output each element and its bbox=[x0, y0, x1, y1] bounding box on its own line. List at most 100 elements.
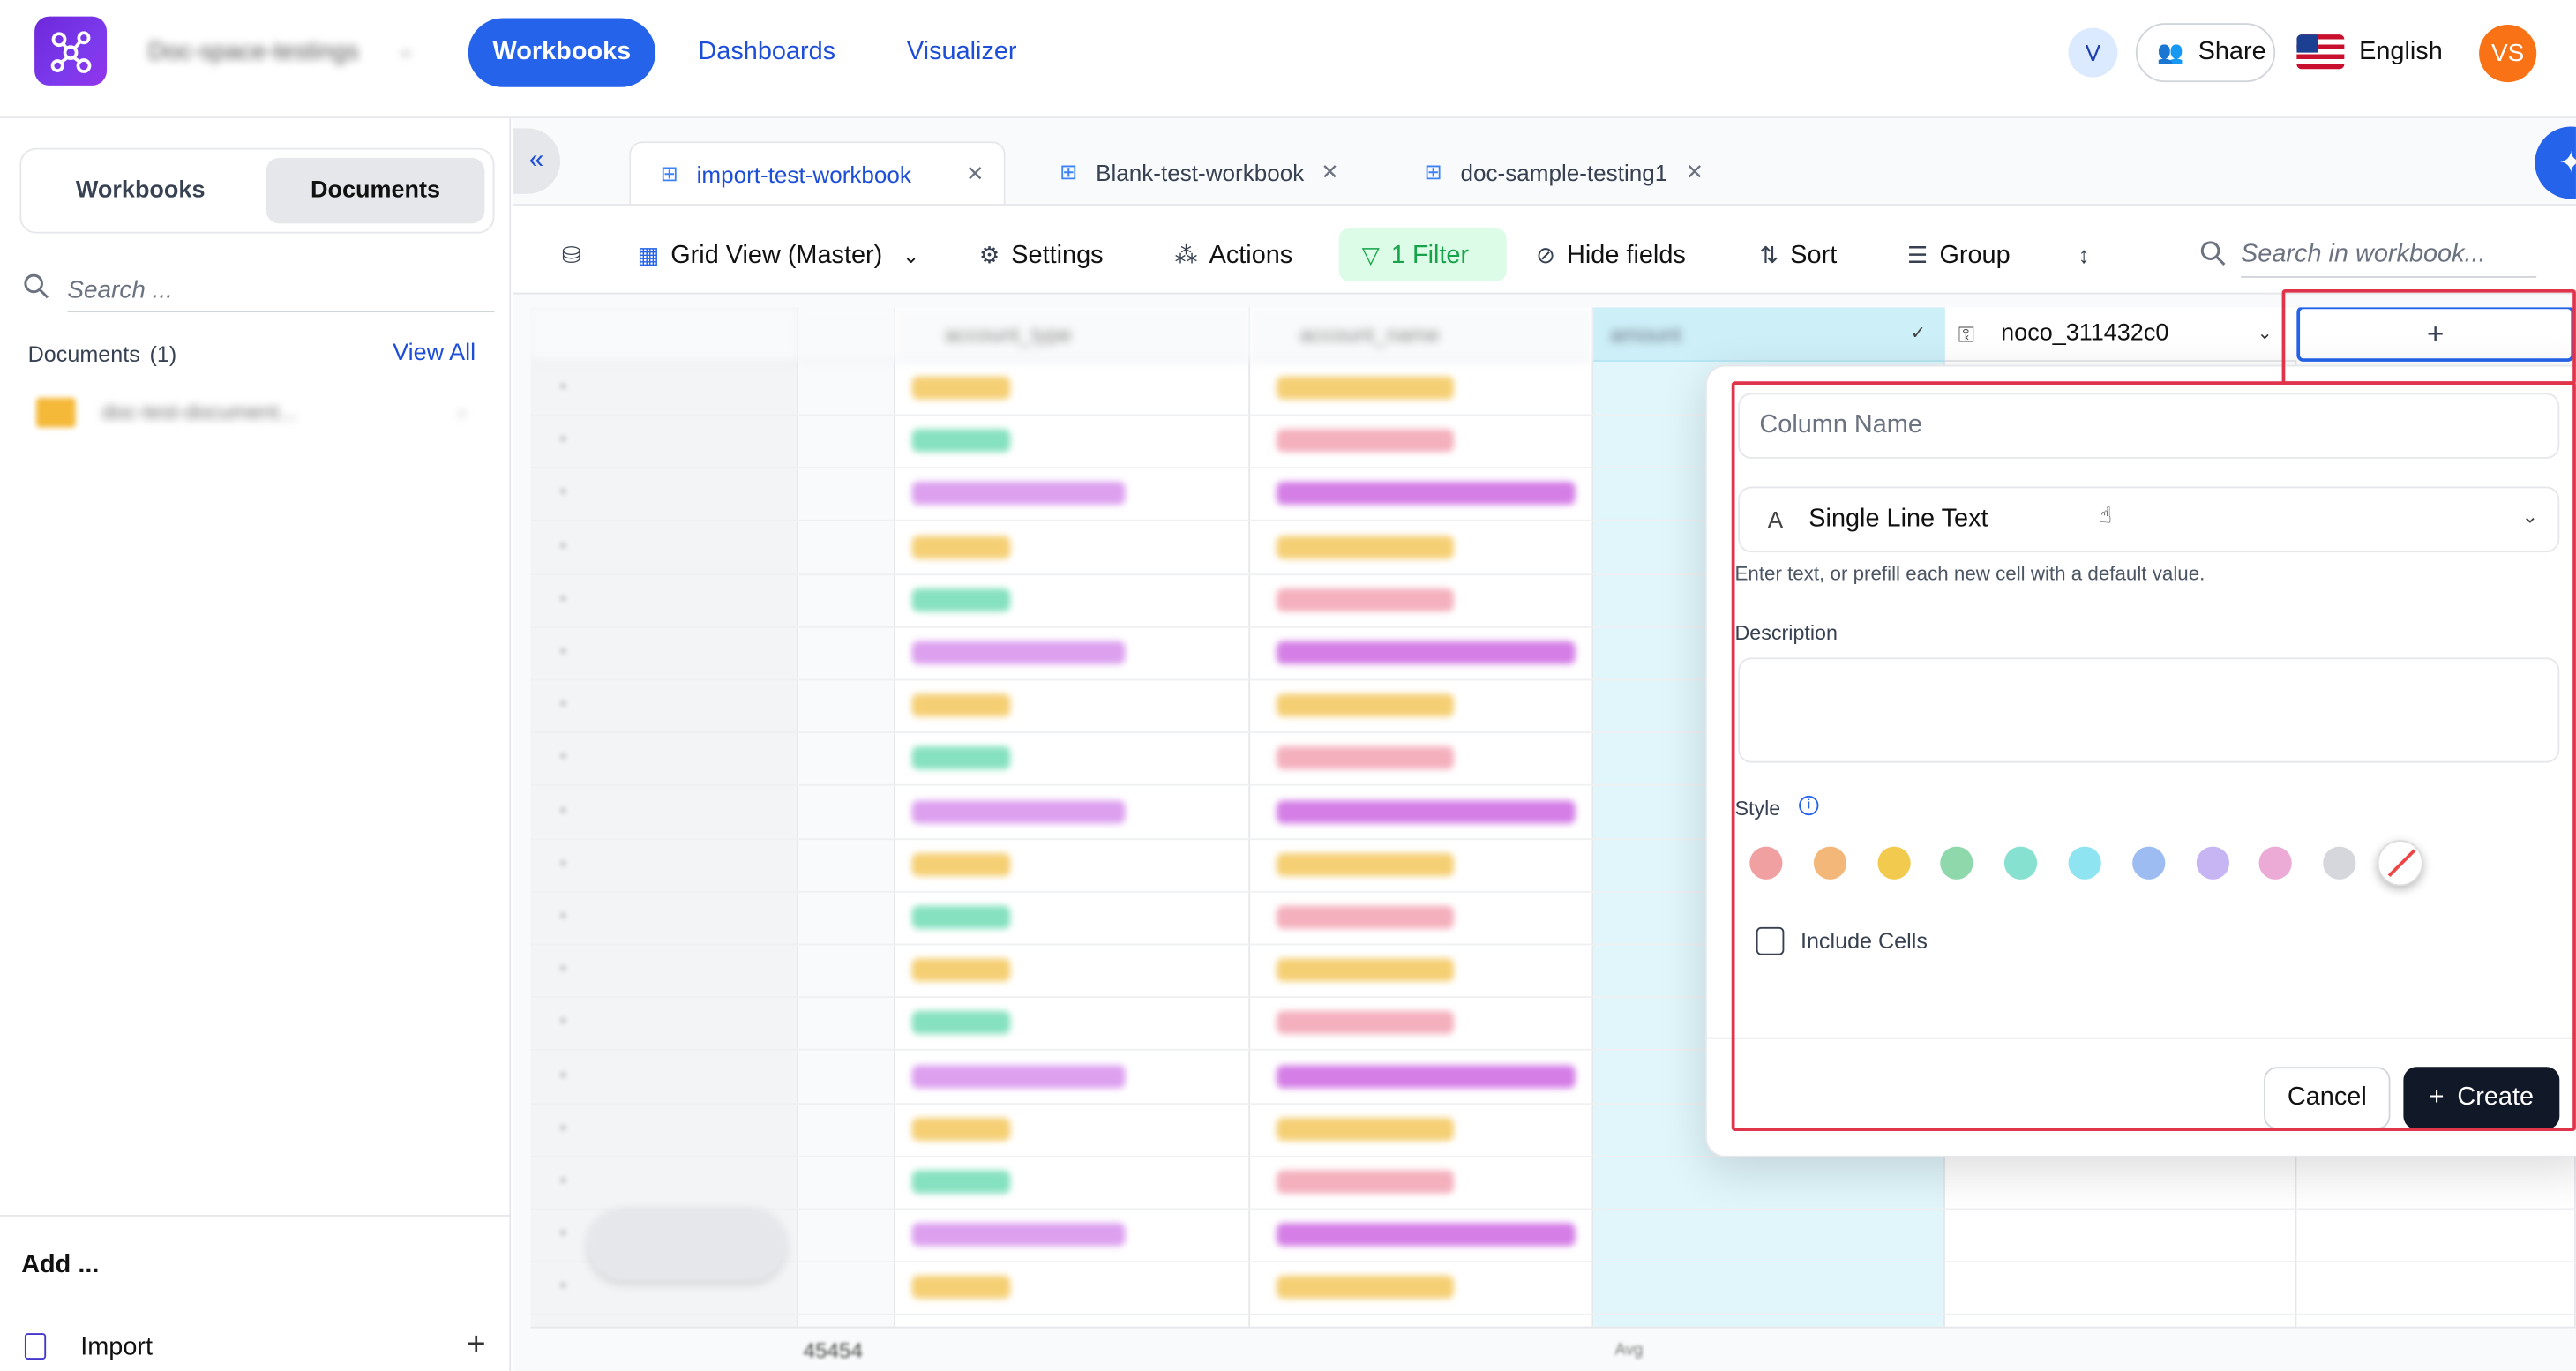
sidebar-search-input[interactable] bbox=[67, 267, 495, 313]
table-row[interactable] bbox=[530, 1261, 2576, 1263]
cancel-button[interactable]: Cancel bbox=[2264, 1067, 2391, 1130]
account-name-tag bbox=[1276, 1170, 1455, 1194]
language-selector[interactable]: English bbox=[2359, 38, 2443, 68]
workbook-search-input[interactable] bbox=[2241, 231, 2537, 278]
workbook-tab-active[interactable]: ⊞ import-test-workbook ✕ bbox=[629, 141, 1006, 206]
row-number: ▪ bbox=[560, 536, 566, 556]
view-all-link[interactable]: View All bbox=[393, 341, 476, 367]
chevron-down-icon[interactable]: ⌄ bbox=[398, 38, 415, 61]
color-swatch[interactable] bbox=[2323, 846, 2356, 880]
account-type-tag bbox=[911, 429, 1011, 453]
row-number: ▪ bbox=[560, 1225, 566, 1244]
view-selector[interactable]: ▦ Grid View (Master) ⌄ bbox=[638, 228, 919, 281]
row-number: ▪ bbox=[560, 695, 566, 715]
add-row-button[interactable] bbox=[588, 1208, 786, 1281]
workbook-tab[interactable]: ⊞ doc-sample-testing1 ✕ bbox=[1395, 141, 1723, 204]
column-type-select[interactable]: A Single Line Text ☝ ⌄ bbox=[1738, 486, 2560, 553]
grid-table-icon: ⊞ bbox=[1060, 159, 1078, 184]
database-icon[interactable]: ⛁ bbox=[562, 228, 593, 281]
column-type-value: Single Line Text bbox=[1808, 505, 1988, 533]
account-name-tag bbox=[1276, 1064, 1576, 1088]
segment-workbooks[interactable]: Workbooks bbox=[31, 158, 250, 224]
workbook-tab[interactable]: ⊞ Blank-test-workbook ✕ bbox=[1030, 141, 1359, 204]
app-logo[interactable] bbox=[34, 16, 108, 86]
hide-fields-button[interactable]: ⊘ Hide fields bbox=[1536, 228, 1686, 281]
account-type-tag bbox=[911, 1117, 1011, 1141]
view-label: Grid View (Master) bbox=[670, 241, 883, 270]
funnel-icon: ▽ bbox=[1361, 241, 1380, 268]
actions-icon: ⁂ bbox=[1174, 241, 1198, 268]
account-name-tag bbox=[1276, 429, 1455, 453]
avatar[interactable]: VS bbox=[2479, 24, 2537, 83]
share-button[interactable]: 👥 Share bbox=[2135, 23, 2276, 83]
row-number: ▪ bbox=[560, 1119, 566, 1138]
color-swatch[interactable] bbox=[2004, 846, 2038, 880]
include-cells-checkbox[interactable] bbox=[1756, 926, 1785, 955]
filter-button[interactable]: ▽ 1 Filter bbox=[1338, 228, 1507, 281]
actions-button[interactable]: ⁂ Actions bbox=[1174, 228, 1292, 281]
row-height-icon[interactable]: ↕ bbox=[2078, 228, 2101, 281]
group-button[interactable]: ☰ Group bbox=[1907, 228, 2011, 281]
color-swatch[interactable] bbox=[1876, 846, 1910, 880]
chevron-right-icon[interactable]: › bbox=[459, 401, 465, 424]
nav-tab-dashboards[interactable]: Dashboards bbox=[670, 18, 864, 86]
create-button[interactable]: + Create bbox=[2403, 1067, 2560, 1130]
row-number: ▪ bbox=[560, 1013, 566, 1032]
plus-icon[interactable]: + bbox=[467, 1327, 486, 1365]
workbook-tab-label: import-test-workbook bbox=[696, 161, 911, 188]
close-icon[interactable]: ✕ bbox=[1686, 141, 1704, 204]
color-swatch[interactable] bbox=[2131, 846, 2166, 880]
include-cells-label[interactable]: Include Cells bbox=[1801, 929, 1928, 954]
style-label: Style bbox=[1734, 797, 1781, 820]
info-icon[interactable]: i bbox=[1799, 795, 1819, 816]
account-name-tag bbox=[1276, 641, 1576, 664]
nav-tab-workbooks[interactable]: Workbooks bbox=[468, 18, 656, 87]
color-swatch[interactable] bbox=[1940, 846, 1974, 880]
color-swatch[interactable] bbox=[1813, 846, 1846, 880]
account-name-tag bbox=[1276, 1117, 1455, 1141]
color-swatch[interactable] bbox=[1749, 846, 1783, 880]
aggregate-avg[interactable]: Avg bbox=[1615, 1341, 1644, 1359]
color-swatch[interactable] bbox=[2068, 846, 2101, 880]
settings-button[interactable]: ⚙ Settings bbox=[979, 228, 1104, 281]
collapse-sidebar-icon[interactable]: « bbox=[513, 128, 561, 194]
us-flag-icon[interactable] bbox=[2296, 34, 2345, 70]
table-row[interactable] bbox=[530, 1208, 2576, 1210]
table-row[interactable] bbox=[530, 1314, 2576, 1316]
account-type-tag bbox=[911, 1170, 1011, 1194]
workspace-name[interactable]: Doc-space-testings bbox=[148, 38, 359, 66]
row-number: ▪ bbox=[560, 748, 566, 768]
description-input[interactable] bbox=[1738, 657, 2560, 763]
document-item[interactable]: doc-test-document... bbox=[101, 400, 296, 424]
close-icon[interactable]: ✕ bbox=[1321, 141, 1338, 204]
nav-tab-visualizer[interactable]: Visualizer bbox=[879, 18, 1045, 86]
column-name-input[interactable] bbox=[1738, 393, 2560, 459]
no-color-swatch[interactable] bbox=[2377, 840, 2423, 887]
close-icon[interactable]: ✕ bbox=[966, 143, 984, 206]
account-type-tag bbox=[911, 1064, 1126, 1088]
flag-canton bbox=[2296, 34, 2318, 53]
account-name-tag bbox=[1276, 693, 1455, 717]
actions-label: Actions bbox=[1209, 241, 1293, 270]
account-name-tag bbox=[1276, 535, 1455, 558]
row-number: ▪ bbox=[560, 483, 566, 503]
segment-control: Workbooks Documents bbox=[19, 147, 495, 234]
account-name-tag bbox=[1276, 1223, 1576, 1247]
row-number: ▪ bbox=[560, 801, 566, 820]
row-number: ▪ bbox=[560, 431, 566, 450]
text-type-icon: A bbox=[1767, 506, 1784, 533]
segment-documents[interactable]: Documents bbox=[266, 157, 485, 224]
color-swatch[interactable] bbox=[2259, 846, 2293, 880]
user-badge[interactable]: V bbox=[2068, 27, 2118, 78]
import-item[interactable]: Import bbox=[80, 1333, 153, 1363]
account-name-tag bbox=[1276, 905, 1455, 929]
color-swatch[interactable] bbox=[2196, 846, 2229, 880]
account-type-tag bbox=[911, 799, 1126, 823]
account-type-tag bbox=[911, 1276, 1011, 1300]
account-type-tag bbox=[911, 693, 1011, 717]
slash-icon bbox=[2387, 849, 2416, 878]
sort-button[interactable]: ⇅ Sort bbox=[1759, 228, 1837, 281]
row-number: ▪ bbox=[560, 1066, 566, 1085]
row-number: ▪ bbox=[560, 1172, 566, 1191]
search-icon bbox=[23, 273, 49, 307]
